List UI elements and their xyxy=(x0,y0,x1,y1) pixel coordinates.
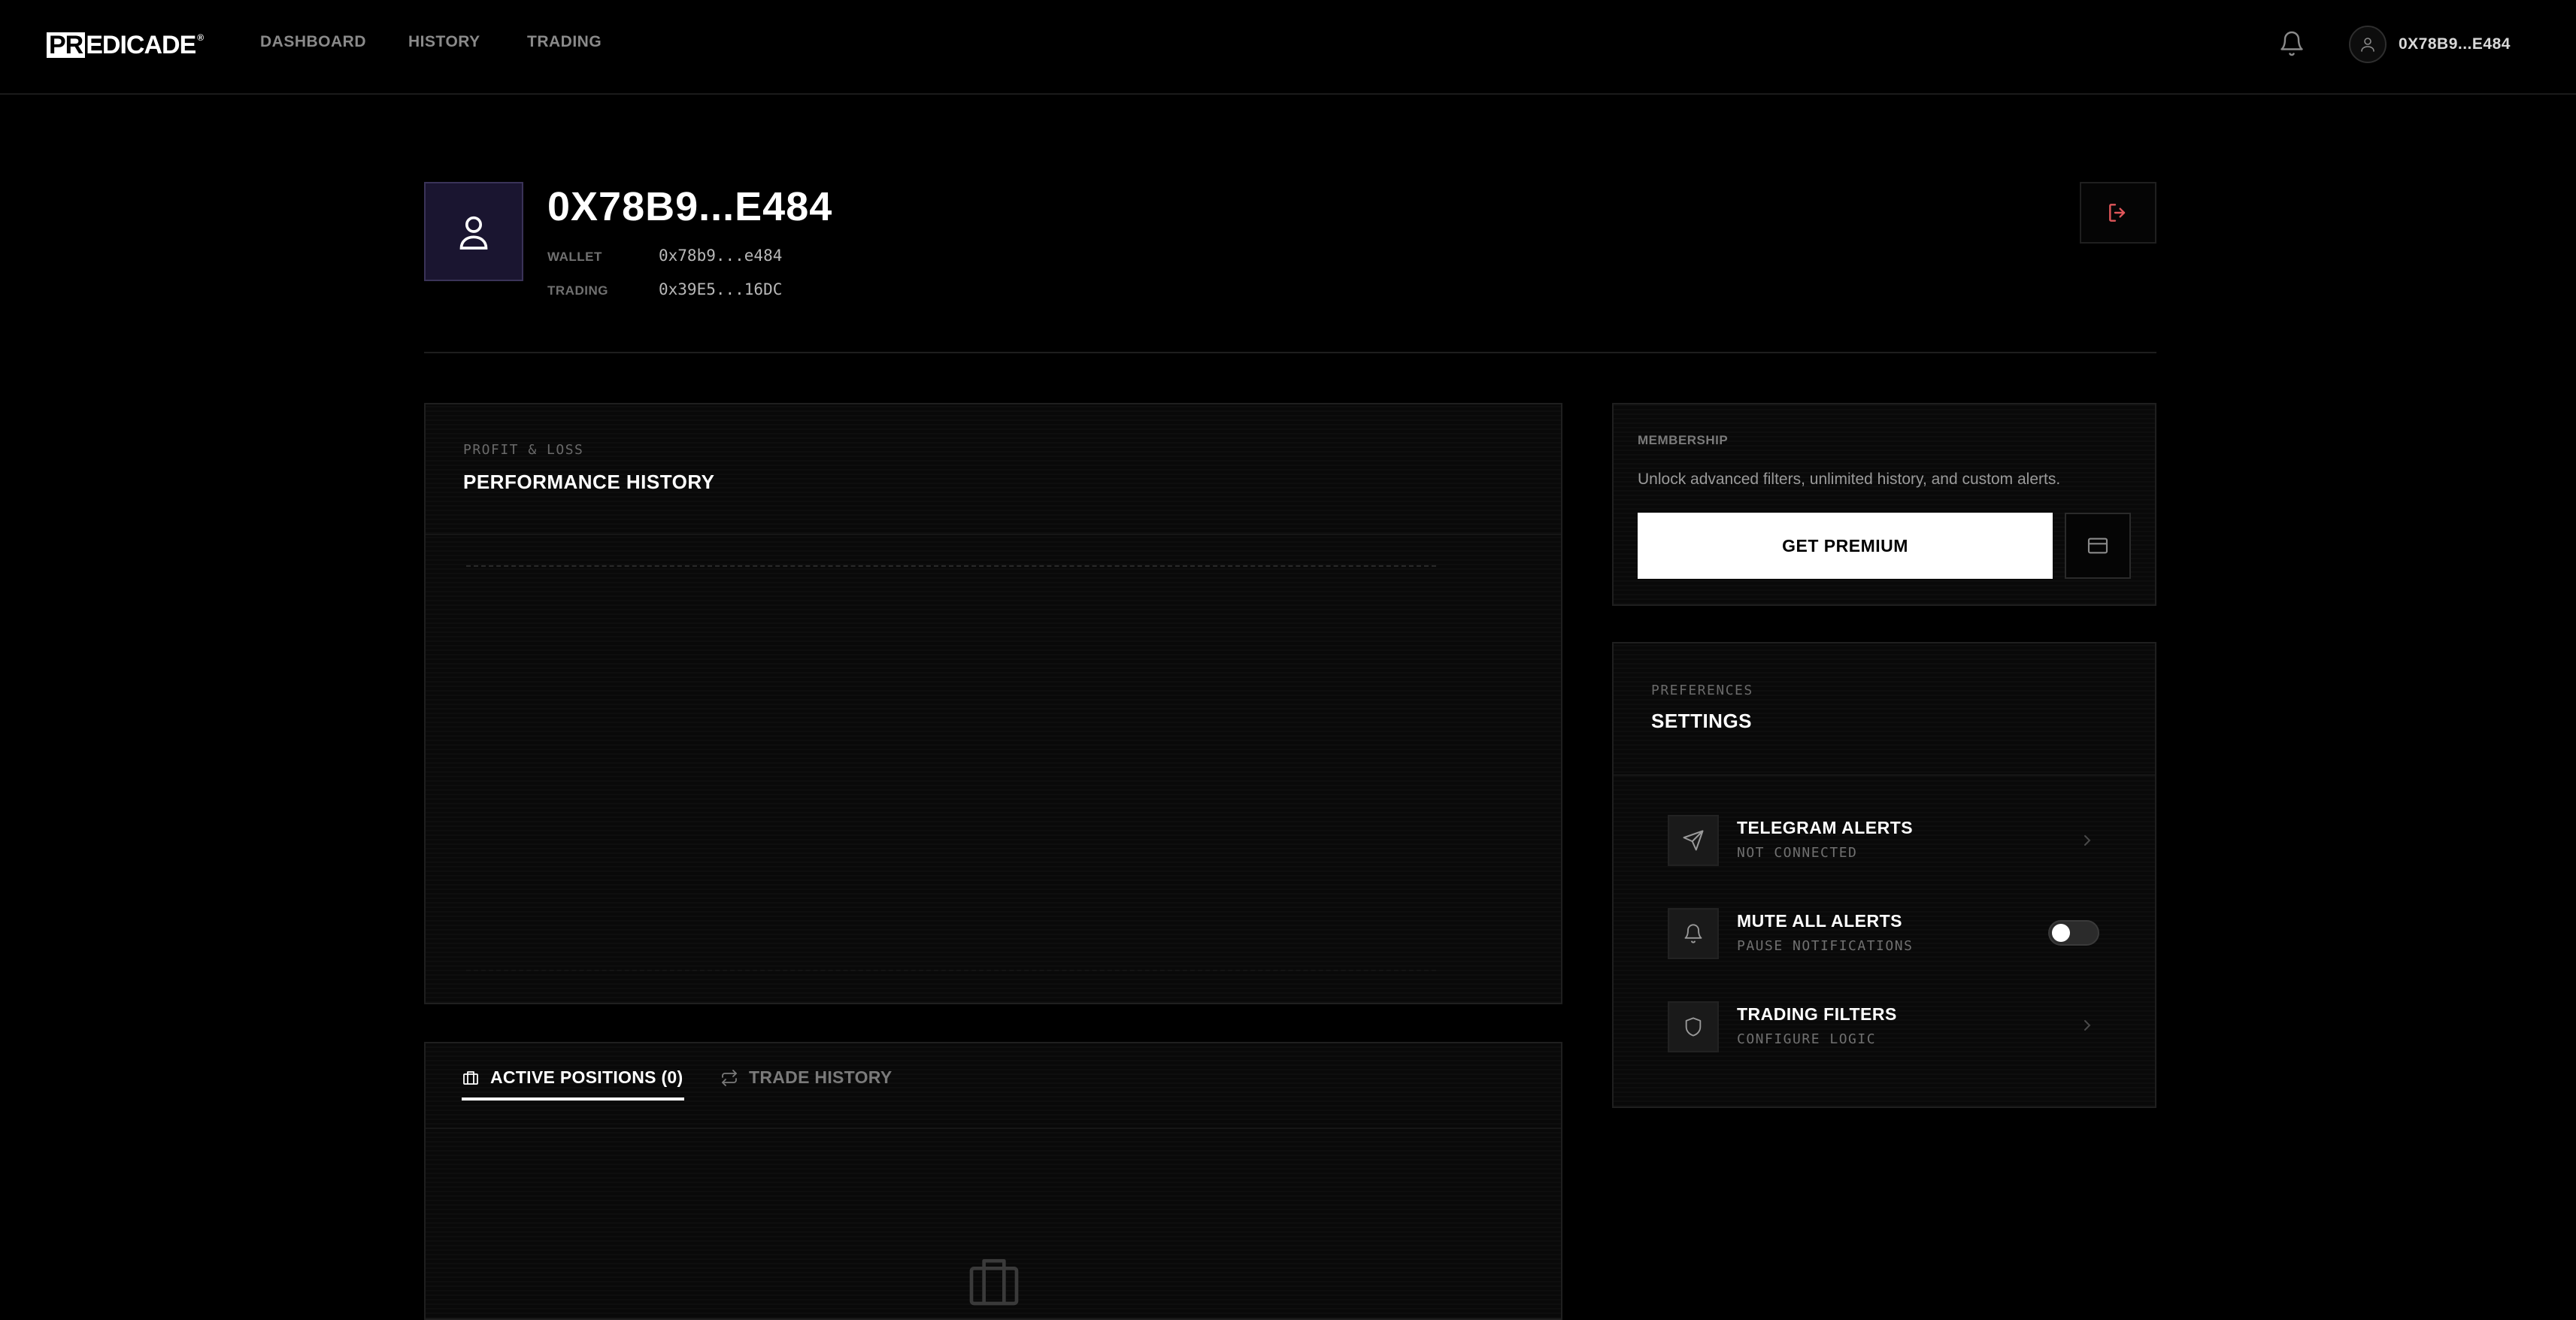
user-address: 0X78B9...E484 xyxy=(2399,35,2511,53)
settings-eyebrow: PREFERENCES xyxy=(1651,683,1753,698)
membership-description: Unlock advanced filters, unlimited histo… xyxy=(1638,471,2061,488)
tab-trade-history[interactable]: TRADE HISTORY xyxy=(720,1067,892,1088)
credit-card-icon xyxy=(2087,537,2108,554)
setting-title: MUTE ALL ALERTS xyxy=(1737,911,1903,931)
get-premium-button[interactable]: GET PREMIUM xyxy=(1638,513,2053,579)
top-bar: PR EDICADE ® DASHBOARD HISTORY TRADING 0X7… xyxy=(0,0,2576,95)
performance-panel: PROFIT & LOSS PERFORMANCE HISTORY xyxy=(424,403,1562,1004)
tab-trade-history-label: TRADE HISTORY xyxy=(749,1067,893,1087)
setting-subtitle: CONFIGURE LOGIC xyxy=(1737,1031,1877,1047)
logo-boxed-letters: PR xyxy=(47,32,86,58)
send-icon xyxy=(1668,815,1719,866)
toggle-knob xyxy=(2052,924,2070,942)
logo-text: EDICADE xyxy=(86,30,196,59)
mute-alerts-toggle[interactable] xyxy=(2048,920,2099,946)
payment-button[interactable] xyxy=(2065,513,2131,579)
settings-separator xyxy=(1614,774,2155,776)
profile-divider xyxy=(424,352,2156,353)
chevron-right-icon[interactable] xyxy=(2078,1016,2096,1034)
setting-title: TELEGRAM ALERTS xyxy=(1737,818,1914,837)
wallet-label: WALLET xyxy=(547,250,602,264)
performance-title: PERFORMANCE HISTORY xyxy=(463,471,715,493)
profile-avatar xyxy=(424,182,523,281)
tab-active-positions[interactable]: ACTIVE POSITIONS (0) xyxy=(462,1067,683,1088)
user-icon xyxy=(2349,26,2387,63)
bell-icon[interactable] xyxy=(2278,30,2305,57)
tabs-separator xyxy=(426,1128,1561,1129)
nav-trading[interactable]: TRADING xyxy=(527,33,602,51)
user-icon xyxy=(459,216,488,250)
chart-bottom-line xyxy=(466,970,1436,971)
chevron-right-icon[interactable] xyxy=(2078,831,2096,849)
nav-dashboard[interactable]: DASHBOARD xyxy=(260,33,366,51)
trading-label: TRADING xyxy=(547,283,608,298)
setting-subtitle: NOT CONNECTED xyxy=(1737,845,1858,861)
trading-address: 0x39E5...16DC xyxy=(659,280,783,298)
active-tab-indicator xyxy=(462,1097,684,1101)
shield-icon xyxy=(1668,1001,1719,1052)
setting-subtitle: PAUSE NOTIFICATIONS xyxy=(1737,938,1914,954)
settings-title: SETTINGS xyxy=(1651,710,1753,732)
logo[interactable]: PR EDICADE ® xyxy=(47,30,204,60)
repeat-icon xyxy=(722,1069,737,1086)
performance-eyebrow: PROFIT & LOSS xyxy=(463,442,584,458)
bell-icon xyxy=(1668,908,1719,959)
wallet-address: 0x78b9...e484 xyxy=(659,247,783,265)
logout-button[interactable] xyxy=(2080,182,2156,244)
briefcase-icon xyxy=(463,1070,478,1085)
profile-title: 0X78B9...E484 xyxy=(547,184,833,229)
logo-mark: ® xyxy=(197,32,204,43)
briefcase-icon xyxy=(969,1259,1019,1306)
nav-history[interactable]: HISTORY xyxy=(408,33,480,51)
membership-eyebrow: MEMBERSHIP xyxy=(1638,433,1729,447)
chart-baseline xyxy=(466,565,1436,567)
tab-active-positions-label: ACTIVE POSITIONS (0) xyxy=(490,1067,683,1087)
logout-icon xyxy=(2109,204,2126,222)
user-menu[interactable]: 0X78B9...E484 xyxy=(2349,26,2511,63)
panel-separator xyxy=(426,534,1561,535)
setting-title: TRADING FILTERS xyxy=(1737,1004,1897,1024)
